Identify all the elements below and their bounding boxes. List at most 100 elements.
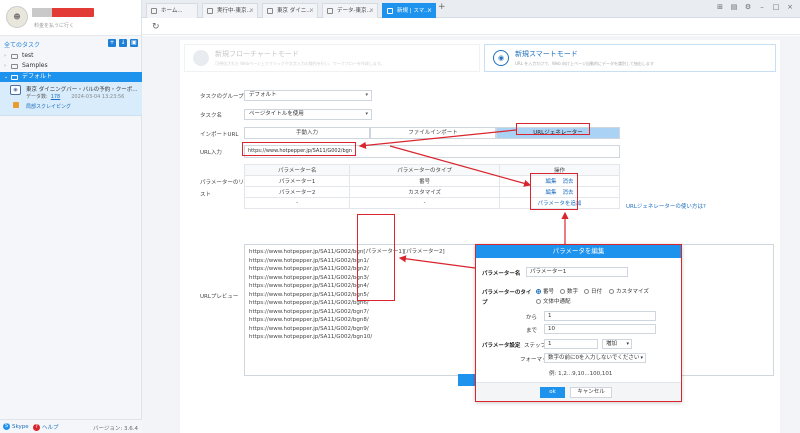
type-custom-radio[interactable]: カスタマイズ bbox=[609, 287, 649, 295]
radio-label: 番号 bbox=[543, 289, 555, 295]
param-type-cell: - bbox=[349, 197, 500, 209]
new-task-icon[interactable]: + bbox=[108, 39, 116, 47]
manual-input-tab[interactable]: 手動入力 bbox=[244, 127, 370, 139]
tree-folder-label: Samples bbox=[22, 62, 48, 69]
type-date-radio[interactable]: 日付 bbox=[584, 287, 602, 295]
type-text-radio[interactable]: 文体中通配 bbox=[536, 297, 571, 305]
account-header: ☻ 料金を払うに行く bbox=[0, 0, 141, 36]
from-input[interactable]: 1 bbox=[544, 311, 656, 321]
import-url-label: インポートURL bbox=[200, 132, 239, 138]
type-number-radio[interactable]: 番号 bbox=[536, 287, 554, 295]
step-input[interactable]: 1 bbox=[544, 339, 598, 349]
tab-data[interactable]: データ-東京... × bbox=[322, 3, 378, 18]
all-tasks-title[interactable]: 全てのタスク bbox=[4, 40, 40, 49]
radio-label: 数字 bbox=[567, 289, 579, 295]
smart-mode-title: 新規スマートモード bbox=[515, 50, 578, 58]
from-label: から bbox=[526, 315, 538, 321]
data-count-link[interactable]: 178 bbox=[51, 94, 61, 100]
close-icon[interactable]: × bbox=[369, 4, 374, 18]
task-name-value: ページタイトルを使用 bbox=[249, 111, 304, 117]
refresh-icon[interactable]: ↻ bbox=[152, 22, 160, 32]
param-name-input[interactable]: パラメーター1 bbox=[526, 267, 628, 277]
param-name-cell: パラメーター1 bbox=[243, 175, 351, 187]
tree-folder-test[interactable]: › test bbox=[0, 51, 142, 61]
task-group-value: デフォルト bbox=[249, 92, 277, 98]
import-icon[interactable]: ↓ bbox=[119, 39, 127, 47]
skype-link[interactable]: S Skype bbox=[3, 423, 29, 430]
tasks-header: 全てのタスク + ↓ ▣ bbox=[0, 37, 142, 49]
chevron-down-icon: ⌄ bbox=[4, 74, 9, 80]
local-scraping-link[interactable]: 局部スクレイピング bbox=[26, 103, 71, 110]
home-icon bbox=[151, 8, 157, 14]
radio-icon bbox=[560, 288, 565, 294]
minimize-icon[interactable]: – bbox=[758, 3, 766, 11]
param-settings-label: パラメータ設定 bbox=[482, 343, 521, 349]
ok-button[interactable]: ok bbox=[540, 387, 565, 398]
param-type-label-cont: プ bbox=[482, 300, 488, 306]
task-item[interactable]: ◉ 東京 ダイニングバー・バルの予約・クーポ... データ数: 178 2024-0… bbox=[0, 82, 142, 116]
tab-label: 東京 ダイニ... bbox=[277, 8, 312, 14]
username-redacted bbox=[32, 8, 94, 17]
annotation-generator-tab bbox=[516, 123, 590, 135]
dialog-title: パラメータを編集 bbox=[476, 245, 681, 258]
file-import-tab[interactable]: ファイルインポート bbox=[370, 127, 496, 139]
radio-label: 日付 bbox=[591, 289, 603, 295]
flowchart-mode-desc: 可視化された Webページ上でクリックや文字入力の操作を行い、ワークフローを作成… bbox=[215, 61, 385, 66]
help-label: ヘルプ bbox=[42, 425, 59, 431]
tab-home[interactable]: ホーム... bbox=[146, 3, 198, 18]
maximize-icon[interactable]: □ bbox=[772, 3, 780, 11]
tab-task[interactable]: 東京 ダイニ... × bbox=[262, 3, 318, 18]
help-link[interactable]: ? ヘルプ bbox=[33, 423, 59, 431]
param-type-cell: 番号 bbox=[349, 175, 500, 187]
caret-down-icon: ▾ bbox=[626, 341, 629, 347]
smart-mode-card[interactable]: ◉ 新規スマートモード URL を入力だけで、Web 向け上ページ自動的にデータ… bbox=[484, 44, 776, 72]
close-icon[interactable]: × bbox=[309, 4, 314, 18]
tab-new-smart[interactable]: 新規 | スマ... × bbox=[382, 3, 436, 18]
toolbar: ↻ bbox=[142, 19, 800, 35]
task-group-label: タスクのグループ bbox=[200, 94, 244, 100]
to-label: まで bbox=[526, 328, 538, 334]
radio-label: カスタマイズ bbox=[616, 289, 649, 295]
param-type-cell: カスタマイズ bbox=[349, 186, 500, 198]
upgrade-link[interactable]: 料金を払うに行く bbox=[34, 22, 74, 29]
close-window-icon[interactable]: × bbox=[786, 3, 794, 11]
close-icon[interactable]: × bbox=[249, 4, 254, 18]
tree-folder-samples[interactable]: › Samples bbox=[0, 61, 142, 71]
param-list-label-cont: スト bbox=[200, 192, 212, 198]
annotation-ops-column bbox=[530, 173, 578, 210]
close-icon[interactable]: × bbox=[427, 4, 432, 18]
format-value: 数字の前に0を入力しないでください bbox=[548, 355, 640, 361]
tree-folder-default[interactable]: ⌄ デフォルト bbox=[0, 72, 142, 82]
dialog-footer: ok キャンセル bbox=[476, 382, 681, 401]
tab-running[interactable]: 実行中-東京... × bbox=[202, 3, 258, 18]
add-tab-icon[interactable]: + bbox=[438, 2, 446, 12]
tree-folder-label: test bbox=[22, 52, 34, 59]
folder-icon bbox=[11, 53, 18, 59]
task-title: 東京 ダイニングバー・バルの予約・クーポ... bbox=[26, 87, 138, 93]
caret-down-icon: ▾ bbox=[365, 111, 368, 117]
cancel-button[interactable]: キャンセル bbox=[570, 387, 612, 398]
box-icon[interactable]: ▤ bbox=[730, 3, 738, 11]
page-icon bbox=[207, 8, 213, 14]
generator-help-link[interactable]: URLジェネレーターの使い方は? bbox=[626, 202, 706, 210]
radio-icon bbox=[584, 288, 589, 294]
expand-icon[interactable]: ▣ bbox=[130, 39, 138, 47]
task-name-select[interactable]: ページタイトルを使用 ▾ bbox=[244, 109, 372, 120]
to-input[interactable]: 10 bbox=[544, 324, 656, 334]
avatar[interactable]: ☻ bbox=[6, 6, 28, 28]
param-name-cell: パラメーター2 bbox=[243, 186, 351, 198]
flowchart-mode-card[interactable]: 新規フローチャートモード 可視化された Webページ上でクリックや文字入力の操作… bbox=[184, 44, 480, 72]
format-select[interactable]: 数字の前に0を入力しないでください ▾ bbox=[544, 353, 646, 363]
tab-label: ホーム... bbox=[161, 8, 183, 14]
gift-icon[interactable]: ⊞ bbox=[716, 3, 724, 11]
sidebar-footer: S Skype ? ヘルプ バージョン: 3.6.4 bbox=[0, 419, 142, 433]
skype-label: Skype bbox=[12, 423, 29, 430]
task-group-select[interactable]: デフォルト ▾ bbox=[244, 90, 372, 101]
step-direction-select[interactable]: 増加 ▾ bbox=[602, 339, 632, 349]
col-param-type: パラメーターのタイプ bbox=[349, 164, 500, 176]
radio-checked-icon bbox=[536, 288, 541, 294]
gear-icon[interactable]: ⚙ bbox=[744, 3, 752, 11]
type-digit-radio[interactable]: 数字 bbox=[560, 287, 578, 295]
radio-label: 文体中通配 bbox=[543, 299, 571, 305]
format-example: 例: 1,2...9,10...100,101 bbox=[549, 371, 613, 377]
